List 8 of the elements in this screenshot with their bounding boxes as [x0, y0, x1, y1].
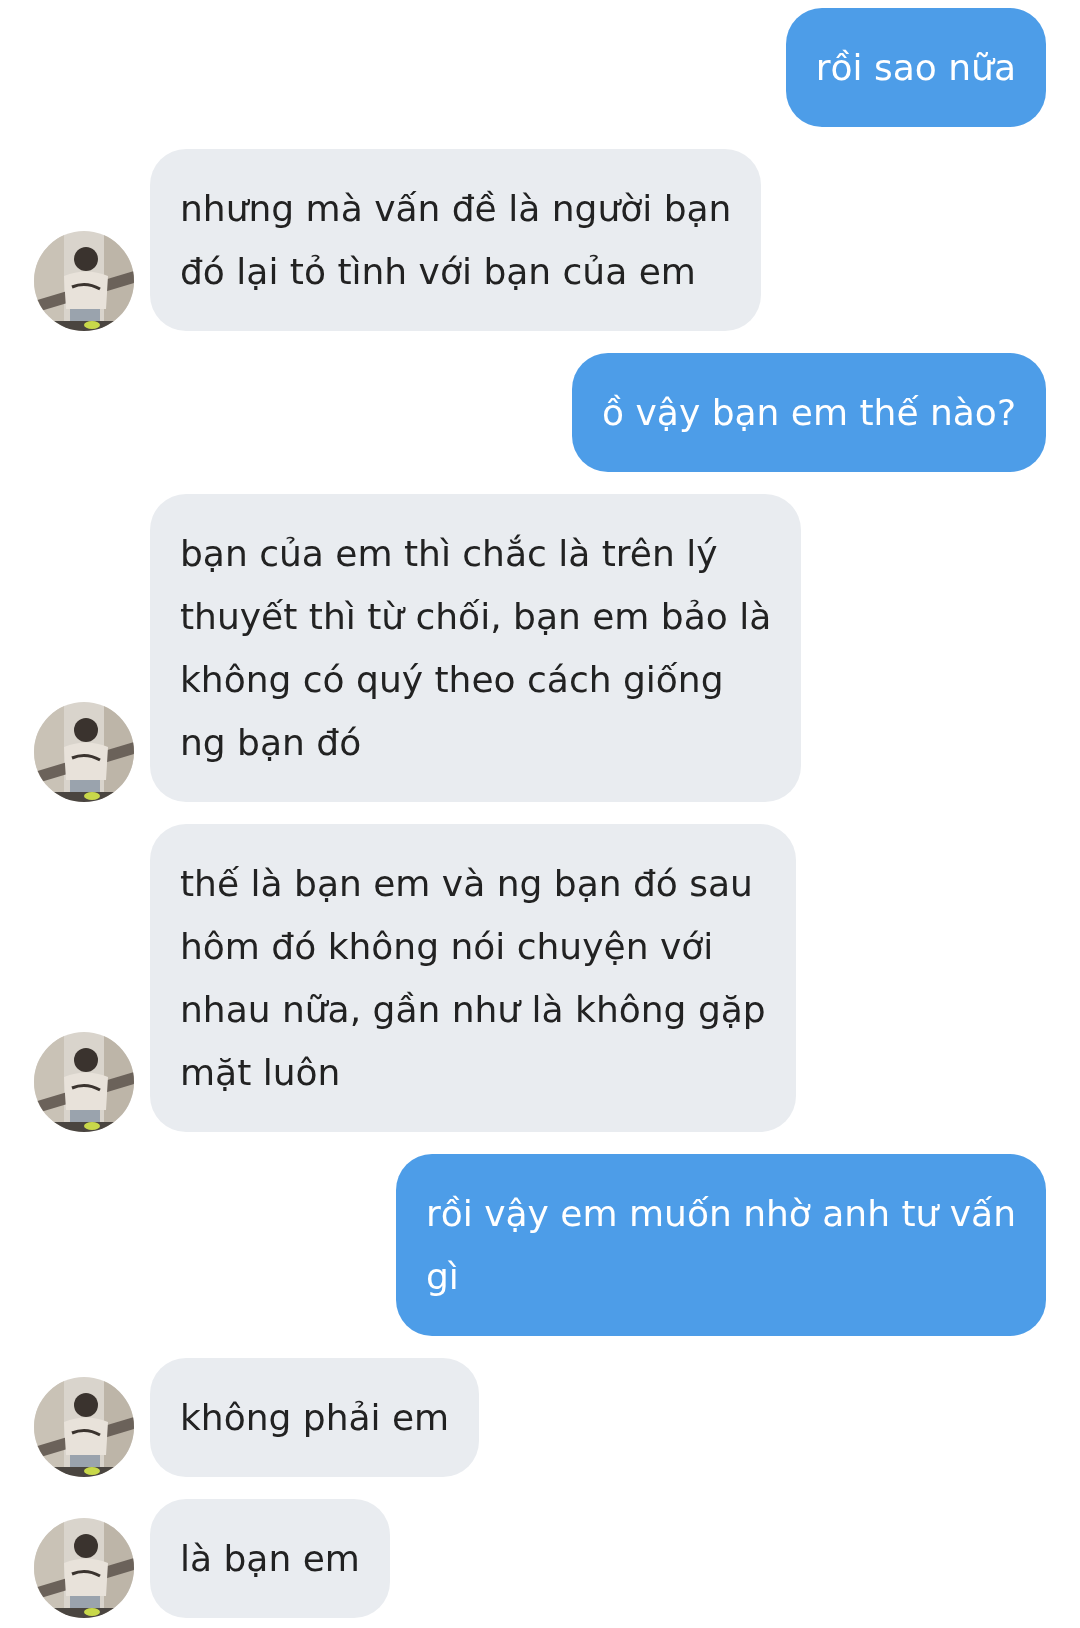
- received-message: thế là bạn em và ng bạn đó sau hôm đó không nói chuyện với nhau nữa, gần như là không gặp mặt luôn: [150, 824, 796, 1132]
- sent-message: rồi vậy em muốn nhờ anh tư vấn gì: [396, 1154, 1046, 1336]
- sent-message: rồi sao nữa: [785, 8, 1046, 127]
- received-message: bạn của em thì chắc là trên lý thuyết thì từ chối, bạn em bảo là không có quý theo cách giống ng bạn đó: [150, 494, 802, 802]
- received-message: là bạn em: [150, 1499, 390, 1618]
- sent-message: ồ vậy bạn em thế nào?: [572, 353, 1046, 472]
- received-message: không phải em: [150, 1358, 480, 1477]
- received-message: nhưng mà vấn đề là người bạn đó lại tỏ tình với bạn của em: [150, 149, 762, 331]
